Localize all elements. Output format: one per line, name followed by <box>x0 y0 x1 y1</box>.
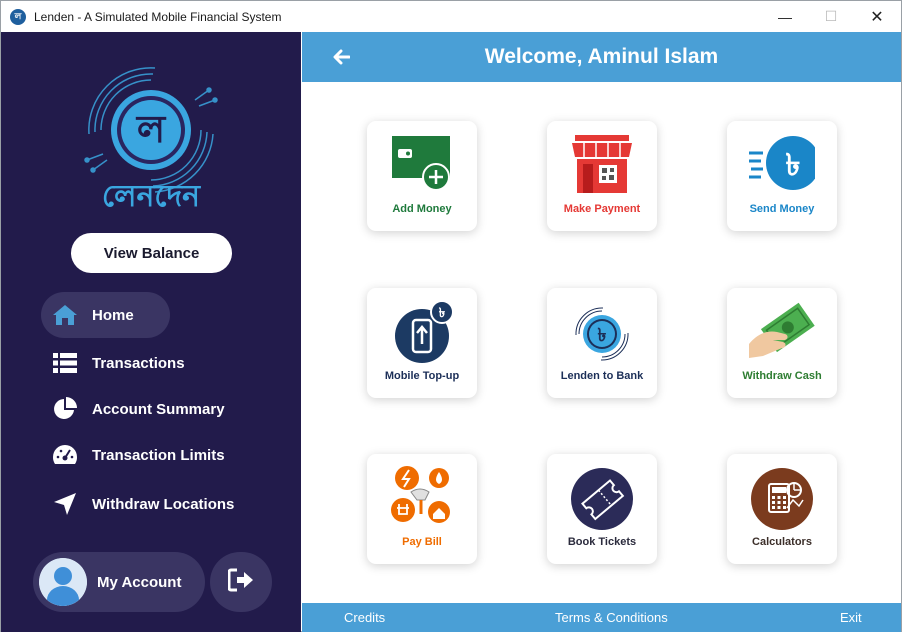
tile-lenden-to-bank[interactable]: ৳ Lenden to Bank <box>547 288 657 398</box>
sidebar-item-transactions[interactable]: Transactions <box>41 340 185 386</box>
exit-link[interactable]: Exit <box>840 610 862 625</box>
svg-text:ল: ল <box>135 107 167 151</box>
cash-hand-icon <box>749 300 815 364</box>
mobile-topup-icon: ৳ <box>389 300 455 364</box>
sidebar-item-account-summary[interactable]: Account Summary <box>41 386 225 432</box>
storefront-icon <box>569 133 635 197</box>
calculator-icon <box>749 466 815 530</box>
pie-chart-icon <box>52 396 78 422</box>
svg-text:৳: ৳ <box>598 325 607 346</box>
tile-label: Mobile Top-up <box>384 370 460 382</box>
back-button[interactable] <box>328 44 354 70</box>
list-icon <box>52 350 78 376</box>
sidebar-item-home[interactable]: Home <box>41 292 170 338</box>
sidebar-item-withdraw-locations[interactable]: Withdraw Locations <box>41 481 234 527</box>
wallet-plus-icon <box>389 133 455 197</box>
minimize-button[interactable]: — <box>762 1 808 32</box>
avatar <box>39 558 87 606</box>
utility-bill-icon <box>389 466 455 530</box>
tile-book-tickets[interactable]: Book Tickets <box>547 454 657 564</box>
page-title: Welcome, Aminul Islam <box>484 45 719 68</box>
footer-bar: Credits Terms & Conditions Exit <box>302 603 901 632</box>
credits-link[interactable]: Credits <box>344 610 385 625</box>
title-bar: ল Lenden - A Simulated Mobile Financial … <box>1 1 901 32</box>
tile-pay-bill[interactable]: Pay Bill <box>367 454 477 564</box>
logout-button[interactable] <box>210 552 272 612</box>
tile-label: Calculators <box>752 536 812 548</box>
sidebar: ল লেনদেন View Balance Home Transactions … <box>1 32 301 632</box>
sidebar-item-transaction-limits[interactable]: Transaction Limits <box>41 432 225 478</box>
tile-label: Make Payment <box>563 203 641 215</box>
lenden-bank-icon: ৳ <box>569 300 635 364</box>
back-arrow-icon <box>333 49 350 65</box>
tile-make-payment[interactable]: Make Payment <box>547 121 657 231</box>
app-window: ল Lenden - A Simulated Mobile Financial … <box>0 0 902 632</box>
svg-text:৳: ৳ <box>786 148 801 183</box>
location-arrow-icon <box>52 491 78 517</box>
sidebar-item-label: Account Summary <box>92 400 225 418</box>
tile-label: Withdraw Cash <box>742 370 822 382</box>
ticket-icon <box>569 466 635 530</box>
tile-label: Lenden to Bank <box>560 370 644 382</box>
tile-calculators[interactable]: Calculators <box>727 454 837 564</box>
taka-send-icon: ৳ <box>743 133 820 197</box>
my-account-label: My Account <box>97 573 182 591</box>
tile-label: Add Money <box>392 203 452 215</box>
lenden-logo: ল লেনদেন <box>81 60 221 214</box>
my-account-button[interactable]: My Account <box>33 552 205 612</box>
tile-withdraw-cash[interactable]: Withdraw Cash <box>727 288 837 398</box>
window-title: Lenden - A Simulated Mobile Financial Sy… <box>34 9 282 24</box>
logo-text: লেনদেন <box>101 179 201 214</box>
sidebar-item-label: Transaction Limits <box>92 446 225 464</box>
tile-send-money[interactable]: ৳ Send Money <box>727 121 837 231</box>
sidebar-item-label: Withdraw Locations <box>92 495 235 513</box>
page-header: Welcome, Aminul Islam <box>302 32 901 82</box>
tile-label: Pay Bill <box>402 536 442 548</box>
tile-add-money[interactable]: Add Money <box>367 121 477 231</box>
speedometer-icon <box>52 442 78 468</box>
home-icon <box>52 302 78 328</box>
sidebar-item-label: Home <box>92 306 134 324</box>
terms-link[interactable]: Terms & Conditions <box>555 610 668 625</box>
tile-mobile-topup[interactable]: ৳ Mobile Top-up <box>367 288 477 398</box>
tile-label: Send Money <box>749 203 815 215</box>
app-icon: ল <box>10 8 26 25</box>
tile-label: Book Tickets <box>567 536 637 548</box>
maximize-button[interactable]: ☐ <box>808 1 854 32</box>
sidebar-item-label: Transactions <box>92 354 185 372</box>
svg-text:৳: ৳ <box>439 306 446 321</box>
close-button[interactable]: ✕ <box>854 1 900 32</box>
view-balance-button[interactable]: View Balance <box>71 233 232 273</box>
logout-icon <box>227 568 254 597</box>
